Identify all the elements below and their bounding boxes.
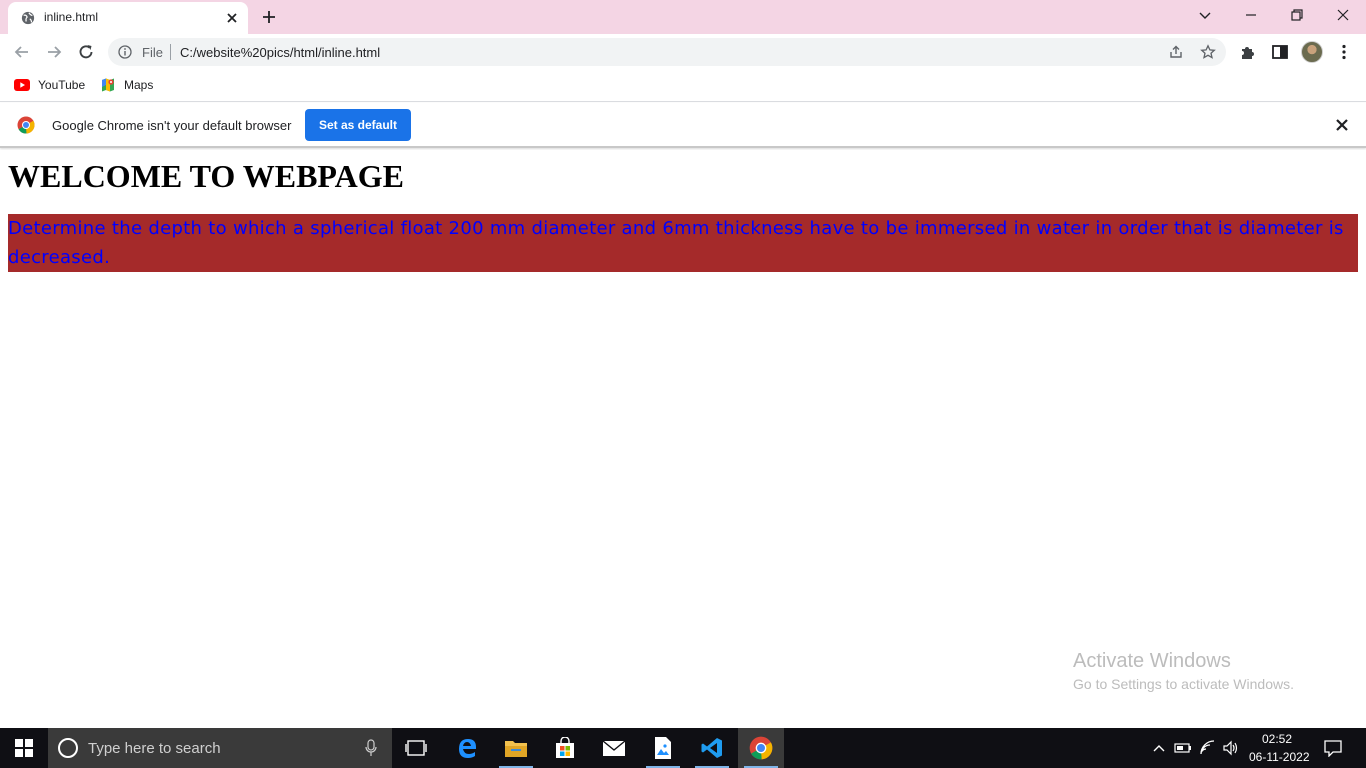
- youtube-icon: [14, 79, 30, 91]
- taskbar-vscode[interactable]: [689, 728, 735, 768]
- web-page-content: WELCOME TO WEBPAGE Determine the depth t…: [0, 150, 1366, 728]
- notification-icon[interactable]: [1323, 739, 1343, 757]
- tab-search-button[interactable]: [1193, 5, 1217, 25]
- restore-button[interactable]: [1285, 5, 1309, 25]
- tab-title: inline.html: [44, 10, 99, 24]
- address-bar[interactable]: File C:/website%20pics/html/inline.html: [108, 38, 1226, 66]
- default-browser-infobar: Google Chrome isn't your default browser…: [0, 103, 1366, 148]
- taskbar-store[interactable]: [542, 728, 588, 768]
- task-view-button[interactable]: [393, 728, 439, 768]
- url-text[interactable]: C:/website%20pics/html/inline.html: [180, 45, 380, 60]
- edge-icon: [459, 739, 476, 758]
- forward-arrow-icon[interactable]: [44, 42, 64, 62]
- taskbar-photos[interactable]: [640, 728, 686, 768]
- volume-icon[interactable]: [1222, 739, 1240, 757]
- minimize-button[interactable]: [1239, 5, 1263, 25]
- taskbar-mail[interactable]: [591, 728, 637, 768]
- bookmark-maps[interactable]: Maps: [100, 76, 153, 94]
- vscode-icon: [701, 738, 722, 758]
- chrome-logo-icon: [17, 116, 35, 134]
- window-close-button[interactable]: [1331, 5, 1355, 25]
- windows-taskbar: Type here to search 02:52 06-11-2022: [0, 728, 1366, 768]
- taskbar-chrome[interactable]: [738, 728, 784, 768]
- tab-inline-html[interactable]: inline.html: [8, 2, 248, 34]
- activation-watermark-title: Activate Windows: [1073, 650, 1231, 672]
- bookmarks-bar: YouTube Maps: [0, 70, 1366, 102]
- battery-icon[interactable]: [1174, 739, 1192, 757]
- chevron-down-icon: [1199, 12, 1211, 19]
- infobar-message: Google Chrome isn't your default browser: [52, 118, 292, 133]
- info-icon[interactable]: [118, 45, 132, 59]
- mail-icon: [602, 740, 626, 756]
- restore-icon: [1291, 9, 1303, 21]
- activation-watermark-subtitle: Go to Settings to activate Windows.: [1073, 676, 1294, 692]
- close-icon: [1337, 9, 1349, 21]
- windows-logo-icon: [15, 739, 33, 757]
- url-scheme-label: File: [142, 45, 163, 60]
- bookmark-star-icon[interactable]: [1200, 44, 1216, 60]
- folder-icon: [505, 741, 527, 757]
- extensions-puzzle-icon[interactable]: [1239, 43, 1257, 61]
- clock-time[interactable]: 02:52: [1262, 732, 1292, 746]
- microphone-icon[interactable]: [364, 739, 378, 757]
- bookmark-youtube[interactable]: YouTube: [14, 76, 85, 94]
- task-view-icon: [405, 740, 427, 756]
- tab-strip: inline.html: [0, 0, 1366, 34]
- browser-toolbar: File C:/website%20pics/html/inline.html: [0, 34, 1366, 70]
- globe-icon: [21, 11, 35, 25]
- maps-icon: [102, 78, 114, 92]
- set-as-default-button[interactable]: Set as default: [305, 109, 411, 141]
- taskbar-file-explorer[interactable]: [493, 728, 539, 768]
- close-tab-icon[interactable]: [224, 10, 240, 26]
- highlighted-paragraph: Determine the depth to which a spherical…: [8, 214, 1358, 272]
- taskbar-search-box[interactable]: Type here to search: [48, 728, 392, 768]
- search-placeholder: Type here to search: [88, 740, 221, 757]
- url-separator: [170, 44, 171, 60]
- profile-avatar[interactable]: [1301, 41, 1323, 63]
- minimize-icon: [1246, 14, 1256, 16]
- bookmark-label: YouTube: [38, 78, 86, 92]
- side-panel-icon[interactable]: [1271, 43, 1289, 61]
- back-arrow-icon[interactable]: [12, 42, 32, 62]
- bookmark-label: Maps: [124, 78, 154, 92]
- start-button[interactable]: [0, 728, 48, 768]
- taskbar-edge[interactable]: [444, 728, 490, 768]
- chrome-icon: [749, 736, 773, 760]
- close-infobar-icon[interactable]: [1334, 117, 1350, 133]
- chevron-up-icon[interactable]: [1150, 739, 1168, 757]
- wifi-icon[interactable]: [1199, 739, 1217, 757]
- store-bag-icon: [556, 737, 574, 758]
- clock-date[interactable]: 06-11-2022: [1249, 750, 1310, 764]
- reload-icon[interactable]: [76, 42, 96, 62]
- page-heading: WELCOME TO WEBPAGE: [8, 158, 404, 194]
- share-icon[interactable]: [1168, 44, 1184, 60]
- cortana-circle-icon: [58, 738, 78, 758]
- more-menu-icon[interactable]: [1335, 43, 1353, 61]
- photos-icon: [655, 737, 671, 759]
- new-tab-button[interactable]: [260, 8, 278, 26]
